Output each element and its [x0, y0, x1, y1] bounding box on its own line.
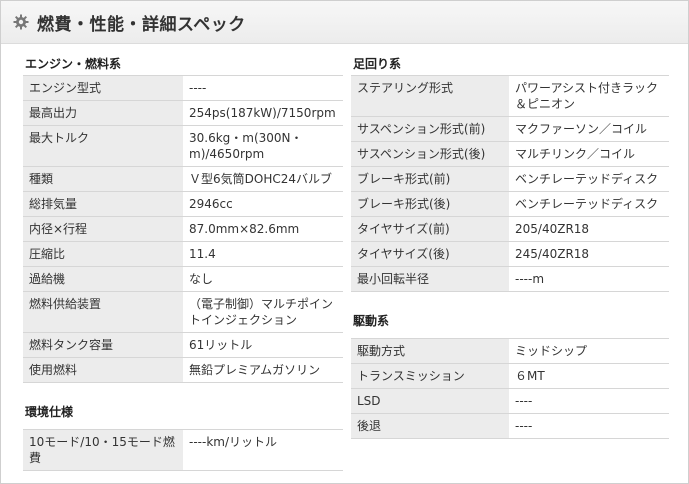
spec-value: ミッドシップ [509, 338, 669, 364]
spec-value: Ｖ型6気筒DOHC24バルブ [183, 166, 343, 192]
spec-label: 過給機 [23, 266, 183, 292]
spec-row: 駆動方式 ミッドシップ [351, 338, 669, 364]
spec-row: エンジン型式 ---- [23, 75, 343, 101]
spec-value: マルチリンク／コイル [509, 141, 669, 167]
spec-value: ベンチレーテッドディスク [509, 166, 669, 192]
left-column: エンジン・燃料系 エンジン型式 ---- 最高出力 254ps(187kW)/7150… [23, 53, 343, 471]
spec-label: ブレーキ形式(前) [351, 166, 509, 192]
section-title-environment: 環境仕様 [25, 405, 74, 419]
spec-value: 205/40ZR18 [509, 216, 669, 242]
spec-row: LSD ---- [351, 388, 669, 414]
spec-label: 後退 [351, 413, 509, 439]
spec-row: 使用燃料 無鉛プレミアムガソリン [23, 357, 343, 383]
spec-value: ---- [183, 75, 343, 101]
spec-value: ベンチレーテッドディスク [509, 191, 669, 217]
spec-value: ----km/リットル [183, 429, 343, 471]
spec-row: 後退 ---- [351, 413, 669, 439]
spec-value: （電子制御）マルチポイントインジェクション [183, 291, 343, 333]
gear-icon [13, 14, 29, 30]
spec-label: 種類 [23, 166, 183, 192]
spec-value: ---- [509, 388, 669, 414]
spec-label: サスペンション形式(前) [351, 116, 509, 142]
spec-label: 内径×行程 [23, 216, 183, 242]
section-title-chassis: 足回り系 [353, 57, 402, 71]
spec-row: サスペンション形式(後) マルチリンク／コイル [351, 141, 669, 167]
spec-label: 10モード/10・15モード燃費 [23, 429, 183, 471]
spec-value: 254ps(187kW)/7150rpm [183, 100, 343, 126]
spec-row: ステアリング形式 パワーアシスト付きラック＆ピニオン [351, 75, 669, 117]
spec-label: 燃料タンク容量 [23, 332, 183, 358]
spec-label: エンジン型式 [23, 75, 183, 101]
spec-row: サスペンション形式(前) マクファーソン／コイル [351, 116, 669, 142]
spec-value: 2946cc [183, 191, 343, 217]
spec-value: マクファーソン／コイル [509, 116, 669, 142]
spec-label: タイヤサイズ(後) [351, 241, 509, 267]
spec-row: タイヤサイズ(後) 245/40ZR18 [351, 241, 669, 267]
spec-value: ----m [509, 266, 669, 292]
spec-label: 圧縮比 [23, 241, 183, 267]
spec-row: 燃料供給装置 （電子制御）マルチポイントインジェクション [23, 291, 343, 333]
spec-row: トランスミッション ６MT [351, 363, 669, 389]
spec-row: 最小回転半径 ----m [351, 266, 669, 292]
section-title-drivetrain: 駆動系 [353, 314, 390, 328]
spec-label: トランスミッション [351, 363, 509, 389]
environment-spec-table: 10モード/10・15モード燃費 ----km/リットル [23, 429, 343, 471]
spec-row: タイヤサイズ(前) 205/40ZR18 [351, 216, 669, 242]
panel-header: 燃費・性能・詳細スペック [1, 1, 688, 44]
spec-label: 最大トルク [23, 125, 183, 167]
spec-label: 燃料供給装置 [23, 291, 183, 333]
spec-label: タイヤサイズ(前) [351, 216, 509, 242]
spec-row: 最高出力 254ps(187kW)/7150rpm [23, 100, 343, 126]
spec-label: ブレーキ形式(後) [351, 191, 509, 217]
spec-value: なし [183, 266, 343, 292]
right-column: 足回り系 ステアリング形式 パワーアシスト付きラック＆ピニオン サスペンション形式(… [351, 53, 669, 439]
spec-value: 87.0mm×82.6mm [183, 216, 343, 242]
spec-row: 種類 Ｖ型6気筒DOHC24バルブ [23, 166, 343, 192]
spec-label: 総排気量 [23, 191, 183, 217]
drivetrain-spec-table: 駆動方式 ミッドシップ トランスミッション ６MT LSD ---- 後退 ---- [351, 338, 669, 439]
spec-row: 最大トルク 30.6kg・m(300N・m)/4650rpm [23, 125, 343, 167]
spec-row: 総排気量 2946cc [23, 191, 343, 217]
spec-value: 無鉛プレミアムガソリン [183, 357, 343, 383]
spec-label: LSD [351, 388, 509, 414]
spec-value: 30.6kg・m(300N・m)/4650rpm [183, 125, 343, 167]
spec-row: ブレーキ形式(前) ベンチレーテッドディスク [351, 166, 669, 192]
spec-value: 11.4 [183, 241, 343, 267]
spec-row: 過給機 なし [23, 266, 343, 292]
spec-panel: 燃費・性能・詳細スペック エンジン・燃料系 エンジン型式 ---- 最高出力 254p… [0, 0, 689, 484]
section-title-engine: エンジン・燃料系 [25, 57, 122, 71]
spec-label: 最高出力 [23, 100, 183, 126]
spec-row: 燃料タンク容量 61リットル [23, 332, 343, 358]
spec-row: 10モード/10・15モード燃費 ----km/リットル [23, 429, 343, 471]
page-title: 燃費・性能・詳細スペック [37, 14, 246, 35]
spec-label: サスペンション形式(後) [351, 141, 509, 167]
spec-row: 内径×行程 87.0mm×82.6mm [23, 216, 343, 242]
spec-value: ---- [509, 413, 669, 439]
spec-value: 61リットル [183, 332, 343, 358]
spec-value: ６MT [509, 363, 669, 389]
spec-label: 使用燃料 [23, 357, 183, 383]
engine-spec-table: エンジン型式 ---- 最高出力 254ps(187kW)/7150rpm 最大トルク 3… [23, 75, 343, 383]
spec-label: 駆動方式 [351, 338, 509, 364]
spec-label: ステアリング形式 [351, 75, 509, 117]
chassis-spec-table: ステアリング形式 パワーアシスト付きラック＆ピニオン サスペンション形式(前) マクフ… [351, 75, 669, 292]
spec-row: 圧縮比 11.4 [23, 241, 343, 267]
spec-row: ブレーキ形式(後) ベンチレーテッドディスク [351, 191, 669, 217]
spec-value: パワーアシスト付きラック＆ピニオン [509, 75, 669, 117]
spec-label: 最小回転半径 [351, 266, 509, 292]
spec-value: 245/40ZR18 [509, 241, 669, 267]
